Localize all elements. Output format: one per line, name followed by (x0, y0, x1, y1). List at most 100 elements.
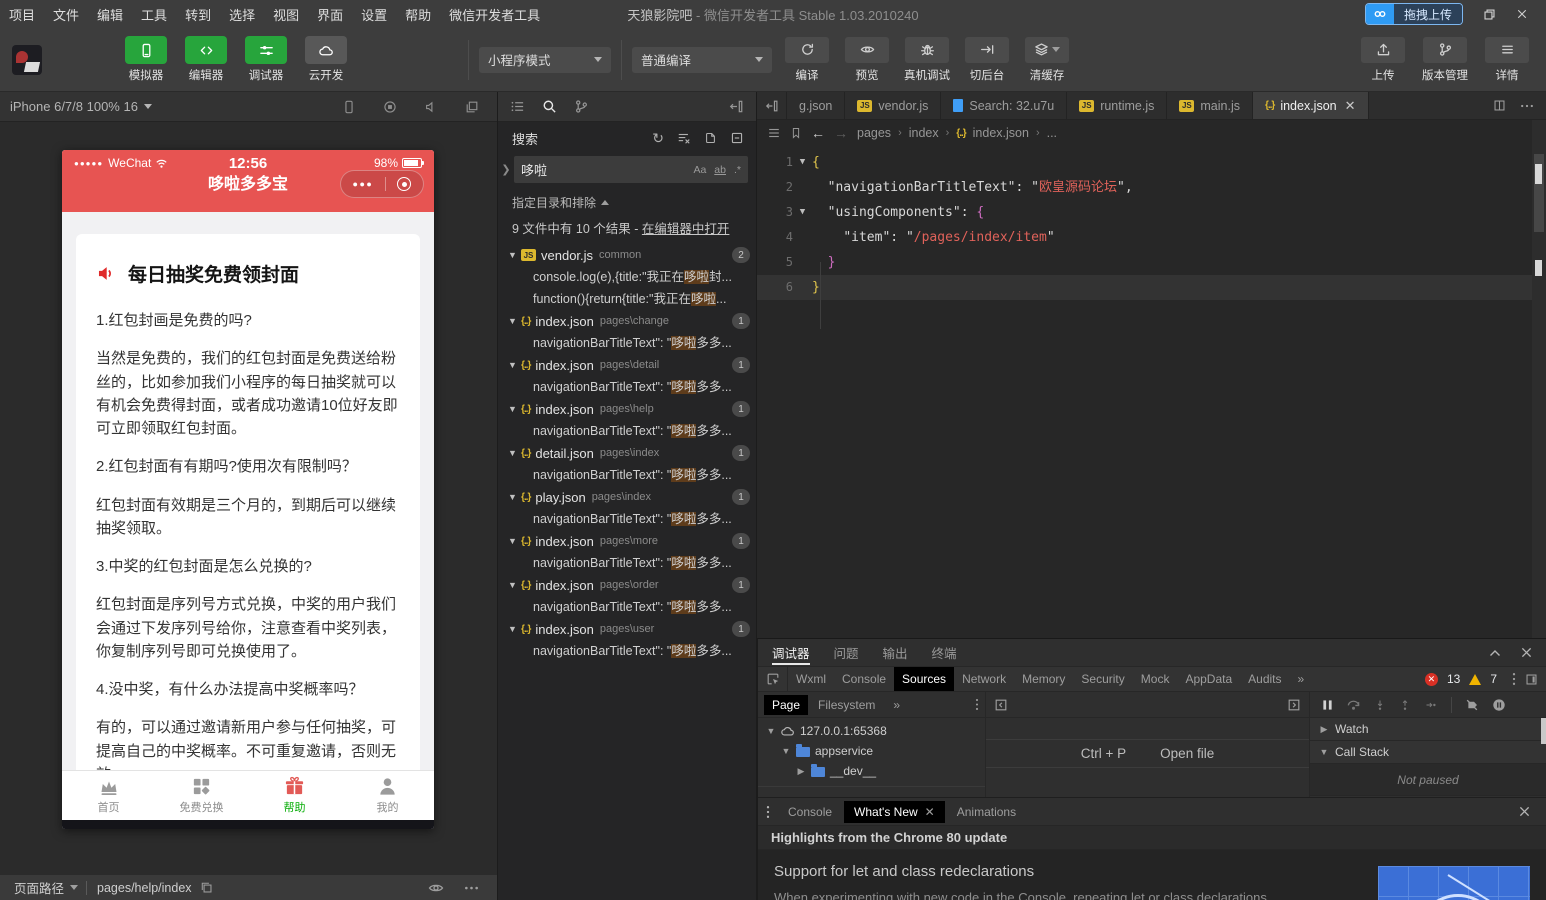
twistie-icon[interactable]: ▼ (508, 360, 521, 370)
tab-help[interactable]: 帮助 (248, 771, 341, 820)
fold-icon[interactable]: ▼ (793, 200, 812, 225)
menu-item-5[interactable]: 选择 (220, 0, 264, 28)
menu-item-2[interactable]: 编辑 (88, 0, 132, 28)
search-result-file[interactable]: ▼{..}index.jsonpages\help1 (498, 398, 756, 420)
step-out-icon[interactable] (1399, 698, 1411, 712)
editor-scrollbar[interactable] (1532, 120, 1546, 638)
editor-tab-vendor-js[interactable]: JSvendor.js (845, 92, 941, 119)
twistie-icon[interactable]: ▼ (508, 448, 521, 458)
breadcrumb-item[interactable]: index (909, 126, 939, 140)
git-branch-icon[interactable] (574, 99, 589, 114)
search-icon[interactable] (542, 99, 557, 114)
twistie-icon[interactable]: ▼ (508, 404, 521, 414)
mute-icon[interactable] (424, 100, 438, 114)
breadcrumb-item[interactable]: ... (1047, 126, 1057, 140)
right-action-button-2[interactable]: 详情 (1478, 37, 1536, 83)
close-panel-icon[interactable] (1521, 647, 1532, 658)
warning-count[interactable]: 7 (1490, 672, 1497, 686)
navigator-tab-Filesystem[interactable]: Filesystem (810, 695, 883, 715)
drawer-tab-WhatsNew[interactable]: What's New✕ (844, 801, 945, 823)
devtools-tab-Memory[interactable]: Memory (1014, 667, 1073, 691)
navigator-tab-Page[interactable]: Page (764, 695, 808, 715)
twistie-icon[interactable]: ▼ (508, 250, 521, 260)
navigate-back-icon[interactable]: ← (811, 125, 825, 141)
search-result-match[interactable]: navigationBarTitleText": "哆啦多多... (498, 464, 756, 486)
close-tab-icon[interactable]: ✕ (925, 805, 935, 819)
user-avatar[interactable] (12, 45, 42, 75)
search-result-file[interactable]: ▼JSvendor.jscommon2 (498, 244, 756, 266)
debugger-tab-问题[interactable]: 问题 (834, 639, 859, 666)
pause-on-exceptions-icon[interactable] (1492, 698, 1506, 712)
collapse-panel-icon[interactable] (1489, 647, 1501, 658)
editor-tab-main-js[interactable]: JSmain.js (1167, 92, 1253, 119)
twistie-icon[interactable]: ▶ (796, 766, 806, 777)
code-line[interactable]: 6} (757, 275, 1546, 300)
search-result-match[interactable]: navigationBarTitleText": "哆啦多多... (498, 376, 756, 398)
menu-item-10[interactable]: 微信开发者工具 (440, 0, 549, 28)
twistie-icon[interactable]: ▼ (508, 492, 521, 502)
file-list-icon[interactable] (510, 99, 525, 114)
devtools-tab-Wxml[interactable]: Wxml (788, 667, 834, 691)
watch-section[interactable]: ▶Watch (1310, 718, 1546, 741)
navigate-forward-icon[interactable]: → (834, 125, 848, 141)
devtools-tab-Sources[interactable]: Sources (894, 667, 954, 691)
search-result-match[interactable]: navigationBarTitleText": "哆啦多多... (498, 332, 756, 354)
search-result-file[interactable]: ▼{..}index.jsonpages\detail1 (498, 354, 756, 376)
twistie-icon[interactable]: ▼ (508, 580, 521, 590)
exit-miniprogram-icon[interactable] (397, 177, 411, 191)
search-result-file[interactable]: ▼{..}index.jsonpages\order1 (498, 574, 756, 596)
search-result-match[interactable]: navigationBarTitleText": "哆啦多多... (498, 420, 756, 442)
close-tab-icon[interactable]: ✕ (1345, 98, 1356, 114)
devtools-menu-icon[interactable] (1512, 672, 1516, 686)
action-button-4[interactable]: 清缓存 (1018, 37, 1076, 83)
bookmark-icon[interactable] (790, 126, 802, 140)
open-in-editor-icon[interactable] (704, 131, 717, 145)
menu-item-8[interactable]: 设置 (352, 0, 396, 28)
mode-button-3[interactable]: 云开发 (300, 36, 352, 83)
tab-exchange[interactable]: 免费兑换 (155, 771, 248, 820)
fold-icon[interactable]: ▼ (793, 150, 812, 175)
split-editor-icon[interactable] (1493, 99, 1506, 112)
devtools-tab-Mock[interactable]: Mock (1133, 667, 1178, 691)
navigator-menu-icon[interactable] (975, 698, 979, 711)
search-result-file[interactable]: ▼{..}index.jsonpages\user1 (498, 618, 756, 640)
match-case-icon[interactable]: Aa (693, 164, 706, 176)
action-button-3[interactable]: 切后台 (958, 37, 1016, 83)
eye-icon[interactable] (428, 882, 444, 894)
tree-item-127.0.0.165368[interactable]: ▼127.0.0.1:65368 (758, 721, 985, 741)
outline-icon[interactable] (767, 126, 781, 140)
copy-path-icon[interactable] (200, 881, 213, 894)
right-action-button-0[interactable]: 上传 (1354, 37, 1412, 83)
editor-tab-Search--32-u7u[interactable]: Search: 32.u7u (941, 92, 1067, 119)
twistie-icon[interactable]: ▼ (766, 726, 776, 736)
menu-item-9[interactable]: 帮助 (396, 0, 440, 28)
devtools-tab-AppData[interactable]: AppData (1177, 667, 1240, 691)
drawer-tab-Console[interactable]: Console (778, 801, 842, 823)
search-input[interactable]: 哆啦 Aa ab .* (514, 156, 748, 183)
mode-button-0[interactable]: 模拟器 (120, 36, 172, 83)
collapse-sidebar-icon[interactable] (729, 99, 744, 114)
code-line[interactable]: 4 "item": "/pages/index/item" (757, 225, 1546, 250)
debugger-tab-调试器[interactable]: 调试器 (772, 639, 810, 666)
whole-word-icon[interactable]: ab (714, 164, 726, 176)
devtools-tab-Audits[interactable]: Audits (1240, 667, 1289, 691)
open-in-editor-link[interactable]: 在编辑器中打开 (642, 222, 730, 236)
devtools-tab-Network[interactable]: Network (954, 667, 1014, 691)
tab-mine[interactable]: 我的 (341, 771, 434, 820)
dock-side-icon[interactable] (1525, 673, 1538, 686)
netdisk-upload-button[interactable]: 拖拽上传 (1365, 3, 1463, 25)
search-dir-toggle[interactable]: 指定目录和排除 (498, 185, 756, 213)
search-result-file[interactable]: ▼{..}play.jsonpages\index1 (498, 486, 756, 508)
toggle-sidebar-icon[interactable] (757, 92, 787, 119)
search-result-match[interactable]: navigationBarTitleText": "哆啦多多... (498, 552, 756, 574)
menu-item-1[interactable]: 文件 (44, 0, 88, 28)
mode-button-1[interactable]: 编辑器 (180, 36, 232, 83)
deactivate-breakpoints-icon[interactable] (1465, 698, 1479, 712)
mode-button-2[interactable]: 调试器 (240, 36, 292, 83)
menu-item-0[interactable]: 项目 (0, 0, 44, 28)
restore-window-icon[interactable] (1483, 8, 1496, 21)
twistie-icon[interactable]: ▼ (508, 536, 521, 546)
search-result-match[interactable]: navigationBarTitleText": "哆啦多多... (498, 640, 756, 662)
step-into-icon[interactable] (1374, 698, 1386, 712)
code-line[interactable]: 5 } (757, 250, 1546, 275)
